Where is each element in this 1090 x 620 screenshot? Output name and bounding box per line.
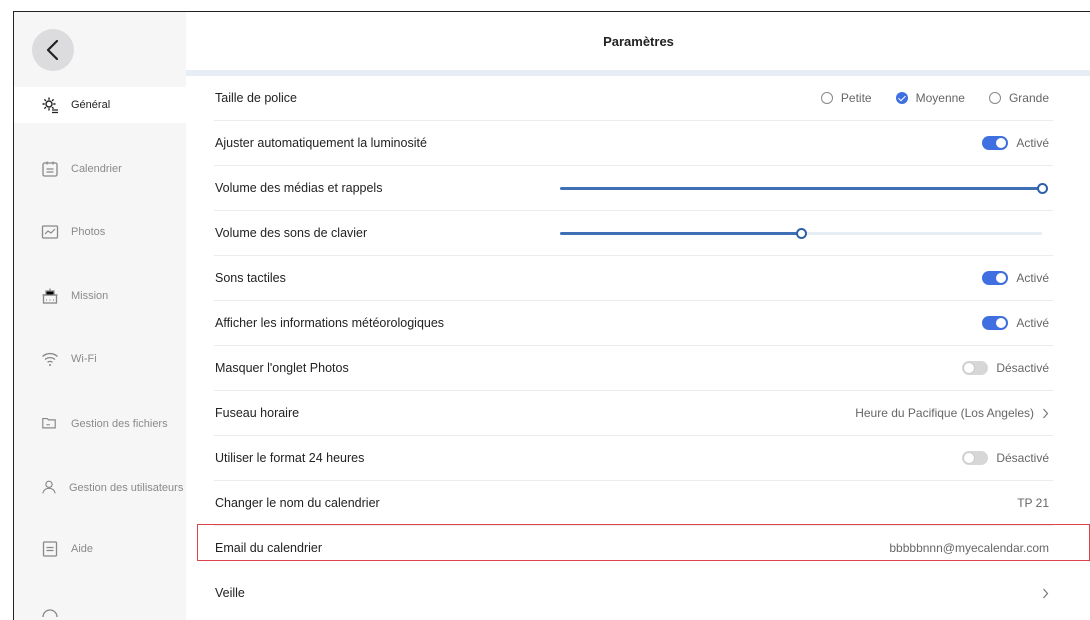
wifi-icon — [41, 350, 59, 368]
setting-auto-brightness: Ajuster automatiquement la luminosité Ac… — [214, 121, 1053, 166]
slider-fill — [560, 232, 801, 235]
sidebar-item-calendar[interactable]: Calendrier — [14, 151, 188, 187]
setting-keyboard-volume: Volume des sons de clavier — [214, 211, 1053, 256]
calendar-icon — [41, 160, 59, 178]
sidebar-item-user-management[interactable]: Gestion des utilisateurs — [14, 470, 188, 506]
sidebar-item-more[interactable] — [14, 594, 188, 620]
setting-label: Afficher les informations météorologique… — [215, 316, 445, 330]
setting-calendar-name[interactable]: Changer le nom du calendrier TP 21 — [214, 481, 1053, 526]
sidebar-item-label: Gestion des fichiers — [71, 418, 168, 430]
setting-hide-photos-tab: Masquer l'onglet Photos Désactivé — [214, 346, 1053, 391]
auto-brightness-toggle[interactable] — [982, 136, 1009, 150]
radio-label: Petite — [840, 91, 872, 105]
setting-24h-format: Utiliser le format 24 heures Désactivé — [214, 436, 1053, 481]
setting-font-size: Taille de police Petite Moyenne Grande — [214, 76, 1053, 121]
keyboard-volume-slider[interactable] — [560, 228, 1042, 239]
setting-label: Volume des médias et rappels — [215, 181, 383, 195]
toggle-state: Activé — [1016, 136, 1049, 150]
back-button[interactable] — [32, 29, 74, 71]
settings-panel: Paramètres Taille de police Petite Moyen… — [186, 12, 1090, 620]
radio-label: Grande — [1008, 91, 1049, 105]
format-24h-toggle[interactable] — [962, 451, 989, 465]
chevron-right-icon[interactable] — [1042, 588, 1049, 599]
slider-thumb[interactable] — [1037, 183, 1048, 194]
setting-weather-info: Afficher les informations météorologique… — [214, 301, 1053, 346]
photo-icon — [41, 223, 59, 241]
setting-label: Email du calendrier — [215, 541, 322, 555]
page-title: Paramètres — [603, 33, 674, 49]
toggle-state: Activé — [1016, 271, 1049, 285]
sidebar: Général Calendrier Photos Mission Wi-Fi … — [14, 12, 188, 620]
setting-sleep[interactable]: Veille — [214, 571, 1053, 616]
hide-photos-toggle[interactable] — [962, 361, 989, 375]
setting-label: Fuseau horaire — [215, 406, 300, 420]
radio-label: Moyenne — [915, 91, 965, 105]
setting-label: Changer le nom du calendrier — [215, 496, 380, 510]
sidebar-item-mission[interactable]: Mission — [14, 278, 188, 314]
sidebar-item-label: Photos — [71, 226, 106, 238]
setting-touch-sounds: Sons tactiles Activé — [214, 256, 1053, 301]
sidebar-item-label: Aide — [71, 543, 94, 555]
user-icon — [41, 479, 59, 497]
toggle-state: Activé — [1016, 316, 1049, 330]
sidebar-item-label: Gestion des utilisateurs — [69, 482, 184, 494]
touch-sounds-toggle[interactable] — [982, 271, 1009, 285]
sidebar-item-general[interactable]: Général — [14, 87, 188, 123]
mission-icon — [41, 287, 59, 305]
setting-label: Utiliser le format 24 heures — [215, 451, 365, 465]
setting-label: Taille de police — [215, 91, 297, 105]
radio-medium[interactable]: Moyenne — [895, 91, 965, 105]
weather-info-toggle[interactable] — [982, 316, 1009, 330]
slider-fill — [560, 187, 1042, 190]
check-icon — [895, 92, 908, 104]
radio-large[interactable]: Grande — [988, 91, 1049, 105]
sidebar-item-label: Calendrier — [71, 163, 122, 175]
media-volume-slider[interactable] — [560, 183, 1048, 194]
sidebar-item-label: Général — [71, 99, 111, 111]
app-window: Général Calendrier Photos Mission Wi-Fi … — [13, 11, 1090, 620]
sidebar-item-wifi[interactable]: Wi-Fi — [14, 341, 188, 377]
slider-thumb[interactable] — [796, 228, 807, 239]
sidebar-item-help[interactable]: Aide — [14, 531, 188, 567]
folder-icon — [41, 415, 59, 433]
chevron-left-icon — [46, 39, 59, 61]
setting-calendar-email[interactable]: Email du calendrier bbbbbnnn@myecalendar… — [214, 526, 1053, 571]
setting-media-volume: Volume des médias et rappels — [214, 166, 1053, 211]
font-size-options: Petite Moyenne Grande — [797, 76, 1049, 120]
radio-circle — [988, 92, 1001, 104]
help-icon — [41, 540, 59, 558]
timezone-value: Heure du Pacifique (Los Angeles) — [855, 406, 1034, 420]
header: Paramètres — [186, 12, 1090, 76]
sidebar-item-photos[interactable]: Photos — [14, 214, 188, 250]
toggle-state: Désactivé — [996, 451, 1049, 465]
sidebar-item-label: Wi-Fi — [71, 353, 97, 365]
setting-label: Masquer l'onglet Photos — [215, 361, 349, 375]
more-icon — [41, 603, 59, 620]
setting-label: Volume des sons de clavier — [215, 226, 368, 240]
setting-timezone[interactable]: Fuseau horaire Heure du Pacifique (Los A… — [214, 391, 1053, 436]
setting-label: Ajuster automatiquement la luminosité — [215, 136, 427, 150]
toggle-state: Désactivé — [996, 361, 1049, 375]
radio-circle — [820, 92, 833, 104]
calendar-name-value: TP 21 — [1017, 496, 1049, 510]
setting-label: Sons tactiles — [215, 271, 286, 285]
setting-label: Veille — [215, 586, 245, 600]
sidebar-item-file-management[interactable]: Gestion des fichiers — [14, 406, 188, 442]
radio-small[interactable]: Petite — [820, 91, 872, 105]
sidebar-item-label: Mission — [71, 290, 109, 302]
chevron-right-icon[interactable] — [1042, 408, 1049, 419]
settings-icon — [41, 96, 59, 114]
calendar-email-value: bbbbbnnn@myecalendar.com — [889, 541, 1049, 555]
